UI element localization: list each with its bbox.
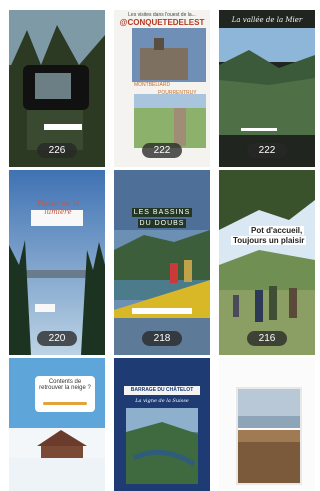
story-tag: @CONQUETEDELEST bbox=[119, 18, 205, 27]
story-tile-3[interactable]: La vallée de la Mier 222 bbox=[219, 10, 315, 167]
story-title: Pot d'accueil, bbox=[249, 226, 305, 235]
question-sticker: Contents de retrouver la neige ? bbox=[35, 376, 95, 412]
story-thumbnail bbox=[9, 170, 105, 355]
story-tile-5[interactable]: LES BASSINS DU DOUBS 218 bbox=[114, 170, 210, 355]
story-thumbnail bbox=[219, 358, 315, 491]
story-tag: BARRAGE DU CHÂTELOT bbox=[124, 386, 200, 395]
view-count: 222 bbox=[142, 143, 182, 158]
place-label: POURRENTRUY bbox=[158, 90, 197, 96]
story-subtitle: La vigne de la Suisse bbox=[135, 398, 189, 404]
view-count: 220 bbox=[37, 331, 77, 346]
emoji-slider bbox=[43, 402, 87, 405]
story-thumbnail bbox=[219, 170, 315, 355]
view-count: 226 bbox=[37, 143, 77, 158]
story-title: Toujours un plaisir bbox=[231, 236, 307, 245]
story-title: DU DOUBS bbox=[138, 219, 186, 228]
story-thumbnail bbox=[114, 170, 210, 355]
story-title: Plaisir de la lumière bbox=[36, 200, 80, 216]
story-tile-7[interactable]: Contents de retrouver la neige ? bbox=[9, 358, 105, 491]
story-title: La vallée de la Mier bbox=[231, 16, 303, 24]
story-tile-4[interactable]: Plaisir de la lumière 220 bbox=[9, 170, 105, 355]
story-tile-8[interactable]: BARRAGE DU CHÂTELOT La vigne de la Suiss… bbox=[114, 358, 210, 491]
place-label: MONTBELIARD bbox=[134, 82, 171, 88]
story-tile-6[interactable]: Pot d'accueil, Toujours un plaisir 216 bbox=[219, 170, 315, 355]
view-count: 218 bbox=[142, 331, 182, 346]
story-grid: 226 Les visites dans l'ouest de la... @C… bbox=[0, 0, 315, 491]
story-tile-9[interactable] bbox=[219, 358, 315, 491]
view-count: 216 bbox=[247, 331, 287, 346]
question-text: Contents de retrouver la neige ? bbox=[39, 379, 91, 391]
story-tile-1[interactable]: 226 bbox=[9, 10, 105, 167]
story-tile-2[interactable]: Les visites dans l'ouest de la... @CONQU… bbox=[114, 10, 210, 167]
story-title: LES BASSINS bbox=[132, 208, 192, 217]
view-count: 222 bbox=[247, 143, 287, 158]
story-thumbnail bbox=[114, 358, 210, 491]
